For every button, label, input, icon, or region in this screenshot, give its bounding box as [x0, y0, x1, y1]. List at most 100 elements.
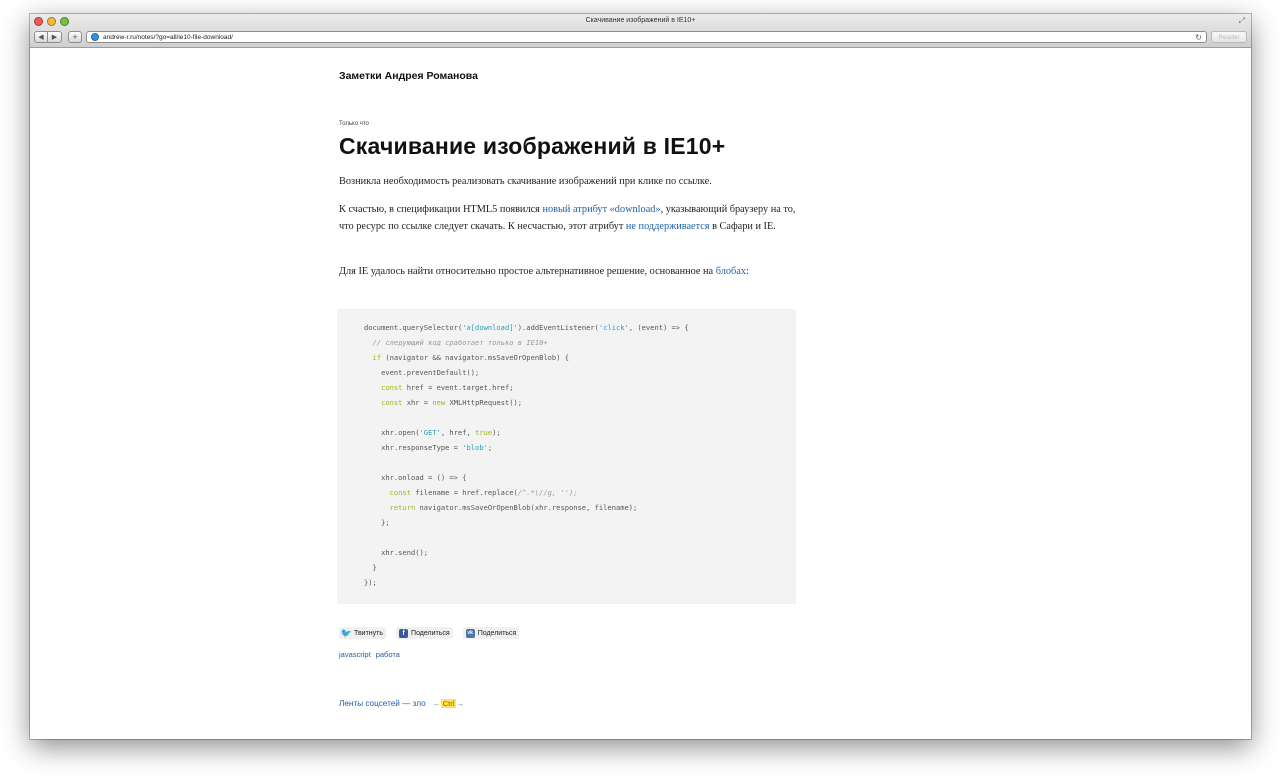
code-token: navigator.msSaveOrOpenBlob(xhr.response,… [415, 503, 638, 512]
code-token: const [381, 398, 403, 407]
paragraph-text: в Сафари и IE. [709, 221, 776, 232]
window-title: Скачивание изображений в IE10+ [585, 17, 696, 24]
code-token: XMLHttpRequest(); [445, 398, 523, 407]
code-token: ; [487, 443, 493, 452]
tag-javascript[interactable]: javascript [339, 650, 371, 659]
code-token: return [389, 503, 416, 512]
code-token: 'click' [598, 323, 629, 332]
code-token: true [475, 428, 493, 437]
code-token: xhr.onload = () => { [364, 473, 467, 482]
vk-share-button[interactable]: vk Поделиться [462, 627, 520, 639]
code-line: const xhr = new XMLHttpRequest(); [364, 395, 796, 410]
code-line: xhr.open('GET', href, true); [364, 425, 796, 440]
code-token: event.preventDefault(); [364, 368, 480, 377]
facebook-share-label: Поделиться [411, 629, 450, 637]
paragraph-text: К счастью, в спецификации HTML5 появился [339, 204, 543, 215]
browser-window: Скачивание изображений в IE10+ ⤢ ◀ ▶ + a… [30, 14, 1251, 739]
reader-button[interactable]: Reader [1211, 31, 1247, 43]
code-token: , href, [440, 428, 476, 437]
ctrl-navigation-hint: ← Ctrl → [433, 699, 464, 708]
page-content: Заметки Андрея Романова Только что Скачи… [30, 49, 1251, 739]
paragraph-text: Для IE удалось найти относительно просто… [339, 266, 716, 277]
code-token: document.querySelector( [364, 323, 463, 332]
paragraph-text: : [745, 266, 749, 277]
site-title[interactable]: Заметки Андрея Романова [339, 70, 478, 82]
previous-post-link[interactable]: Ленты соцсетей — зло [339, 699, 426, 708]
code-token: ); [569, 488, 578, 497]
facebook-share-button[interactable]: f Поделиться [396, 627, 453, 639]
tweet-button[interactable]: 🐦 Твитнуть [339, 627, 387, 639]
code-token: }; [364, 518, 390, 527]
address-bar[interactable]: andrew-r.ru/notes/?go=all/ie10-file-down… [86, 31, 1207, 43]
not-supported-link[interactable]: не поддерживается [626, 221, 710, 232]
left-arrow-icon[interactable]: ← [433, 699, 441, 708]
code-token: 'a[download]' [462, 323, 518, 332]
code-token: const [389, 488, 411, 497]
blobs-link[interactable]: блобах [716, 266, 746, 277]
title-bar: Скачивание изображений в IE10+ ⤢ ◀ ▶ + a… [30, 14, 1251, 48]
code-line: const filename = href.replace(/^.*\//g, … [364, 485, 796, 500]
code-line: } [364, 560, 796, 575]
code-token: } [364, 563, 377, 572]
twitter-icon: 🐦 [340, 627, 353, 638]
post-date: Только что [339, 121, 369, 127]
code-line: }; [364, 515, 796, 530]
add-bookmark-button[interactable]: + [68, 31, 82, 43]
code-token: ).addEventListener( [517, 323, 599, 332]
code-line: // следующий код сработает только в IE10… [364, 335, 796, 350]
code-line: xhr.onload = () => { [364, 470, 796, 485]
download-attribute-link[interactable]: новый атрибут «download» [542, 204, 660, 215]
code-token: 'blob' [462, 443, 488, 452]
history-buttons: ◀ ▶ [34, 31, 62, 43]
tag-rabota[interactable]: работа [376, 650, 400, 659]
share-buttons: 🐦 Твитнуть f Поделиться vk Поделиться [339, 627, 520, 639]
forward-button[interactable]: ▶ [48, 31, 62, 43]
facebook-icon: f [399, 628, 409, 638]
tweet-label: Твитнуть [354, 629, 384, 637]
paragraph-ie-solution: Для IE удалось найти относительно просто… [339, 263, 797, 280]
post-navigation: Ленты соцсетей — зло ← Ctrl → [339, 699, 464, 708]
code-line: }); [364, 575, 796, 590]
code-token: if [372, 353, 382, 362]
code-block: document.querySelector('a[download]').ad… [337, 309, 796, 604]
code-token: (navigator && navigator.msSaveOrOpenBlob… [381, 353, 570, 362]
vk-share-label: Поделиться [477, 629, 517, 637]
globe-icon [91, 33, 99, 41]
browser-toolbar: ◀ ▶ + andrew-r.ru/notes/?go=all/ie10-fil… [34, 30, 1247, 44]
code-token: xhr.send(); [364, 548, 429, 557]
reload-icon[interactable]: ↻ [1195, 33, 1202, 42]
tag-list: javascript работа [339, 650, 400, 659]
code-token: filename = href.replace( [410, 488, 518, 497]
code-line: event.preventDefault(); [364, 365, 796, 380]
paragraph-intro: Возникла необходимость реализовать скачи… [339, 176, 712, 187]
vk-icon: vk [465, 628, 475, 638]
code-token: xhr.responseType = [364, 443, 463, 452]
code-token: /^.*\//g, '' [517, 488, 570, 497]
code-token: }); [364, 578, 377, 587]
code-line: xhr.send(); [364, 545, 796, 560]
fullscreen-icon[interactable]: ⤢ [1239, 16, 1245, 26]
paragraph-html5: К счастью, в спецификации HTML5 появился… [339, 201, 797, 235]
right-arrow-icon[interactable]: → [456, 699, 464, 708]
code-line: document.querySelector('a[download]').ad… [364, 320, 796, 335]
code-line: xhr.responseType = 'blob'; [364, 440, 796, 455]
code-token: new [432, 398, 446, 407]
code-token: , (event) => { [628, 323, 689, 332]
code-token: xhr.open( [364, 428, 420, 437]
url-text[interactable]: andrew-r.ru/notes/?go=all/ie10-file-down… [103, 34, 1191, 41]
ctrl-key-badge: Ctrl [440, 699, 457, 708]
code-token: ); [492, 428, 501, 437]
code-line: const href = event.target.href; [364, 380, 796, 395]
code-token: href = event.target.href; [402, 383, 514, 392]
code-line: return navigator.msSaveOrOpenBlob(xhr.re… [364, 500, 796, 515]
back-button[interactable]: ◀ [34, 31, 48, 43]
code-token: const [381, 383, 403, 392]
